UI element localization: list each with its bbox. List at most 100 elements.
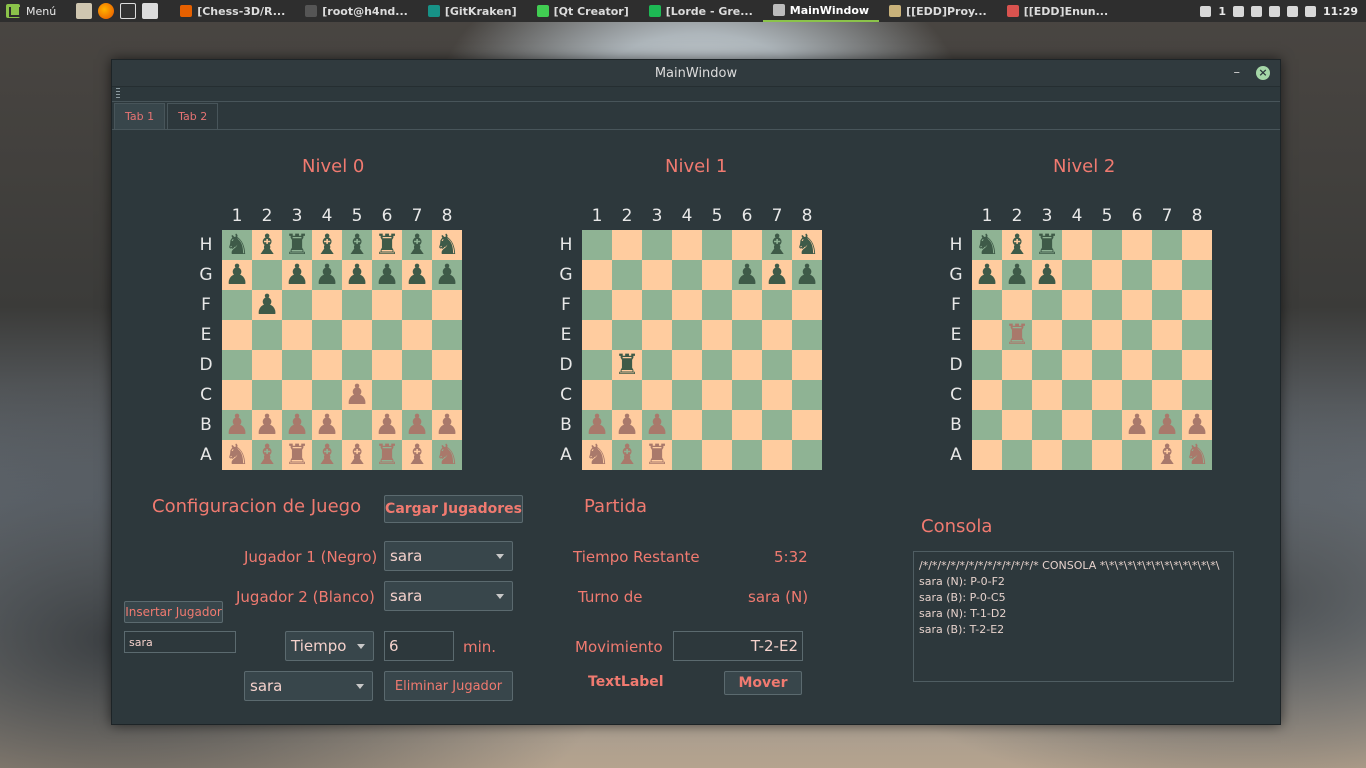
board-square[interactable] — [1032, 440, 1062, 470]
firefox-launcher-icon[interactable] — [98, 3, 115, 19]
board-square[interactable]: ♟ — [432, 410, 462, 440]
tab-1[interactable]: Tab 1 — [114, 103, 166, 129]
board-square[interactable]: ♟ — [582, 410, 612, 440]
board-square[interactable] — [1182, 260, 1212, 290]
board-square[interactable] — [1062, 380, 1092, 410]
black-pawn-icon[interactable]: ♟ — [974, 260, 999, 290]
board-square[interactable]: ♝ — [612, 440, 642, 470]
board-square[interactable] — [792, 290, 822, 320]
white-pawn-icon[interactable]: ♟ — [314, 410, 339, 440]
board-square[interactable] — [1062, 350, 1092, 380]
board-square[interactable] — [792, 320, 822, 350]
black-pawn-icon[interactable]: ♟ — [284, 260, 309, 290]
console-output[interactable]: /*/*/*/*/*/*/*/*/*/*/*/*/* CONSOLA *\*\*… — [913, 551, 1234, 682]
white-bishop-icon[interactable]: ♝ — [314, 440, 339, 470]
board-square[interactable] — [792, 380, 822, 410]
music-icon[interactable] — [1268, 5, 1280, 17]
board-square[interactable] — [432, 380, 462, 410]
board-square[interactable]: ♟ — [972, 260, 1002, 290]
board-square[interactable] — [1002, 440, 1032, 470]
board-square[interactable] — [762, 290, 792, 320]
time-mode-select[interactable]: Tiempo — [285, 631, 374, 661]
board-square[interactable]: ♟ — [1182, 410, 1212, 440]
board-square[interactable] — [1122, 230, 1152, 260]
board-square[interactable]: ♞ — [432, 440, 462, 470]
black-pawn-icon[interactable]: ♟ — [254, 290, 279, 320]
black-rook-icon[interactable]: ♜ — [284, 230, 309, 260]
board-square[interactable] — [1002, 350, 1032, 380]
board-square[interactable]: ♟ — [1122, 410, 1152, 440]
board-square[interactable] — [642, 230, 672, 260]
board-square[interactable]: ♟ — [612, 410, 642, 440]
board-square[interactable]: ♟ — [282, 260, 312, 290]
board-square[interactable] — [432, 350, 462, 380]
board-square[interactable] — [582, 230, 612, 260]
black-bishop-icon[interactable]: ♝ — [314, 230, 339, 260]
board-square[interactable] — [702, 290, 732, 320]
board-square[interactable] — [732, 320, 762, 350]
board-square[interactable]: ♝ — [402, 230, 432, 260]
terminal-launcher-icon[interactable] — [120, 3, 137, 19]
board-square[interactable] — [642, 290, 672, 320]
board-square[interactable] — [972, 350, 1002, 380]
board-square[interactable] — [1122, 440, 1152, 470]
board-square[interactable]: ♟ — [1032, 260, 1062, 290]
board-square[interactable] — [342, 320, 372, 350]
board-square[interactable] — [1062, 440, 1092, 470]
white-bishop-icon[interactable]: ♝ — [404, 440, 429, 470]
board-square[interactable] — [252, 380, 282, 410]
board-square[interactable]: ♟ — [732, 260, 762, 290]
board-square[interactable] — [672, 230, 702, 260]
board-square[interactable]: ♟ — [342, 380, 372, 410]
white-knight-icon[interactable]: ♞ — [584, 440, 609, 470]
board-square[interactable]: ♟ — [372, 260, 402, 290]
white-pawn-icon[interactable]: ♟ — [254, 410, 279, 440]
board-square[interactable] — [252, 260, 282, 290]
board-square[interactable]: ♟ — [1002, 260, 1032, 290]
board-square[interactable] — [702, 260, 732, 290]
board-square[interactable] — [702, 230, 732, 260]
board-square[interactable] — [732, 290, 762, 320]
board-square[interactable] — [222, 350, 252, 380]
board-square[interactable] — [582, 260, 612, 290]
board-square[interactable] — [762, 440, 792, 470]
board-square[interactable] — [672, 380, 702, 410]
tab-2[interactable]: Tab 2 — [167, 103, 219, 129]
white-pawn-icon[interactable]: ♟ — [284, 410, 309, 440]
board-square[interactable] — [642, 380, 672, 410]
delete-player-select[interactable]: sara — [244, 671, 373, 701]
board-square[interactable] — [1092, 230, 1122, 260]
board-square[interactable] — [672, 440, 702, 470]
board-square[interactable] — [1122, 380, 1152, 410]
board-square[interactable] — [972, 320, 1002, 350]
board-square[interactable] — [1092, 380, 1122, 410]
board-square[interactable] — [1092, 320, 1122, 350]
board-square[interactable] — [222, 320, 252, 350]
board-square[interactable] — [1032, 320, 1062, 350]
time-input[interactable]: 6 — [384, 631, 454, 661]
board-square[interactable] — [282, 320, 312, 350]
board-square[interactable] — [762, 320, 792, 350]
board-square[interactable]: ♝ — [1002, 230, 1032, 260]
board-square[interactable]: ♟ — [222, 410, 252, 440]
board-square[interactable] — [1152, 320, 1182, 350]
board-square[interactable]: ♟ — [402, 410, 432, 440]
board-square[interactable] — [672, 320, 702, 350]
board-square[interactable] — [402, 380, 432, 410]
board-square[interactable]: ♞ — [1182, 440, 1212, 470]
white-pawn-icon[interactable]: ♟ — [644, 410, 669, 440]
board-square[interactable] — [792, 350, 822, 380]
board-square[interactable] — [1152, 350, 1182, 380]
black-pawn-icon[interactable]: ♟ — [1004, 260, 1029, 290]
black-rook-icon[interactable]: ♜ — [374, 230, 399, 260]
board-square[interactable]: ♞ — [582, 440, 612, 470]
user-icon[interactable] — [1232, 5, 1244, 17]
white-knight-icon[interactable]: ♞ — [1184, 440, 1209, 470]
taskbar-window-0[interactable]: [Chess-3D/R... — [170, 0, 295, 22]
board-square[interactable] — [1122, 290, 1152, 320]
volume-icon[interactable] — [1286, 5, 1298, 17]
black-pawn-icon[interactable]: ♟ — [374, 260, 399, 290]
board-square[interactable]: ♞ — [222, 230, 252, 260]
board-square[interactable]: ♟ — [372, 410, 402, 440]
taskbar-window-4[interactable]: [Lorde - Gre... — [639, 0, 763, 22]
